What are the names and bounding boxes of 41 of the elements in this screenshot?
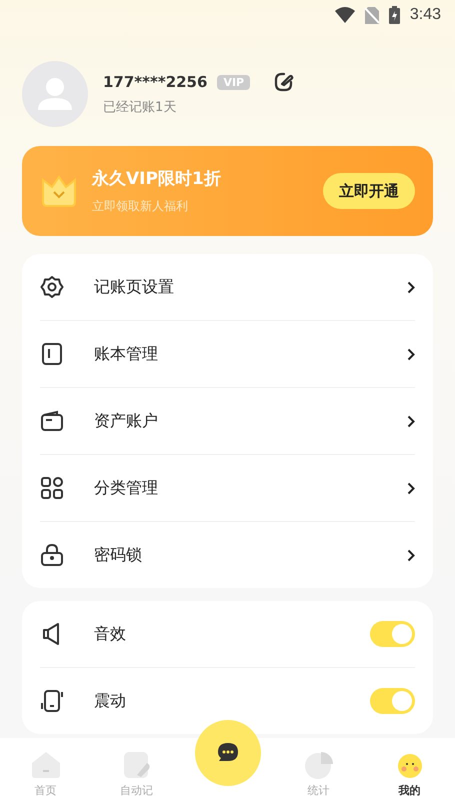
chevron-icon [407,280,415,294]
wifi-icon [334,7,355,23]
promo-subtitle: 立即领取新人福利 [92,198,189,215]
setting-label: 音效 [94,624,127,644]
chevron-icon [407,482,415,494]
open-vip-button[interactable]: 立即开通 [323,173,415,209]
note-icon [122,750,150,778]
book-icon [40,342,64,366]
grid-icon [40,476,64,500]
edit-icon[interactable] [274,72,294,92]
menu-item[interactable]: 记账页设置 [40,254,415,320]
settings-icon [40,275,64,299]
battery-icon [388,6,400,24]
vibrate-icon [40,689,64,713]
menu-label: 分类管理 [94,478,159,498]
toggle-switch[interactable] [370,621,415,647]
menu-label: 记账页设置 [94,276,175,298]
nav-tab[interactable]: 我的 [364,738,455,810]
chevron-icon [407,348,415,360]
home-icon [30,750,60,778]
pie-chart-icon [304,750,334,778]
menu-label: 账本管理 [94,344,159,364]
chevron-icon [407,414,415,428]
wallet-icon [40,409,64,433]
setting-label: 震动 [94,690,127,712]
menu-item[interactable]: 账本管理 [40,321,415,387]
no-sim-icon [364,6,379,24]
menu-label: 资产账户 [94,410,159,432]
toggle-switch[interactable] [370,688,415,714]
chevron-icon [407,548,415,562]
vip-banner[interactable]: 永久VIP限时1折 立即领取新人福利 立即开通 [22,146,433,236]
crown-icon [40,174,78,208]
phone-number: 177****2256 [103,73,208,91]
menu-item[interactable]: 密码锁 [40,522,415,588]
menu-item[interactable]: 分类管理 [40,455,415,521]
menu-label: 密码锁 [94,544,143,566]
promo-title: 永久VIP限时1折 [92,168,222,190]
status-time: 3:43 [410,6,441,24]
days-text: 已经记账1天 [103,99,178,116]
menu-item[interactable]: 资产账户 [40,388,415,454]
lock-icon [40,543,64,567]
